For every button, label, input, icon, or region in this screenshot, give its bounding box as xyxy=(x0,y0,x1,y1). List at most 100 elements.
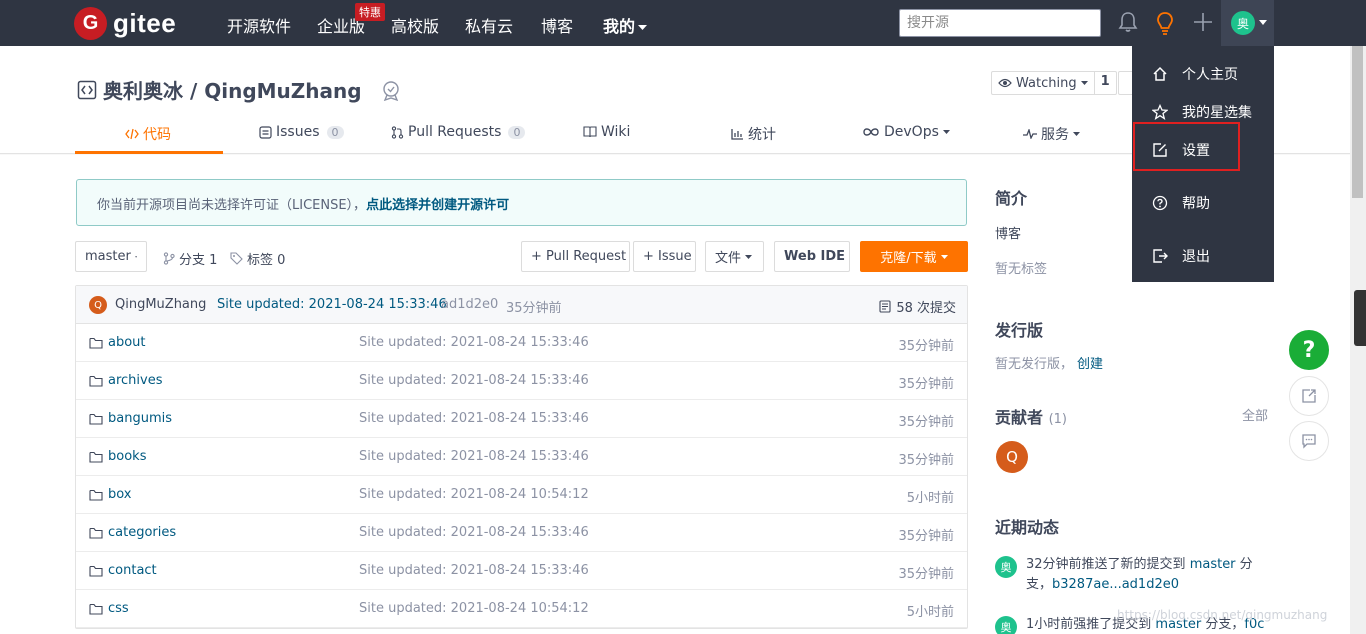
chevron-down-icon xyxy=(745,254,753,259)
menu-item-profile[interactable]: 个人主页 xyxy=(1152,64,1238,84)
nav-blog[interactable]: 博客 xyxy=(541,13,573,37)
code-repo-icon xyxy=(77,80,97,99)
file-commit-time: 35分钟前 xyxy=(898,377,954,392)
table-row[interactable]: categories Site updated: 2021-08-24 15:33… xyxy=(76,514,967,552)
help-float-button[interactable]: ? xyxy=(1289,330,1329,370)
tab-code[interactable]: 代码 xyxy=(125,124,171,144)
new-pull-request-button[interactable]: + Pull Request xyxy=(521,241,630,272)
menu-item-logout[interactable]: 退出 xyxy=(1152,246,1210,266)
nav-open-source[interactable]: 开源软件 xyxy=(227,13,291,37)
settings-highlight-box xyxy=(1133,122,1240,171)
file-name-label: categories xyxy=(108,525,177,540)
file-commit-message[interactable]: Site updated: 2021-08-24 15:33:46 xyxy=(359,411,589,426)
contributors-all-link[interactable]: 全部 xyxy=(1242,405,1268,424)
comment-float-button[interactable] xyxy=(1289,421,1329,461)
commit-author[interactable]: QingMuZhang xyxy=(115,297,206,312)
enterprise-badge: 特惠 xyxy=(355,3,385,21)
commits-icon xyxy=(879,300,891,313)
pulse-icon xyxy=(1023,129,1037,139)
nav-education[interactable]: 高校版 xyxy=(391,13,439,37)
table-row[interactable]: about Site updated: 2021-08-24 15:33:46 35… xyxy=(76,324,967,362)
share-float-button[interactable] xyxy=(1289,376,1329,416)
avatar[interactable]: 奥 xyxy=(995,556,1017,578)
menu-item-stars[interactable]: 我的星选集 xyxy=(1152,102,1252,122)
activity-commit-link[interactable]: b3287ae...ad1d2e0 xyxy=(1052,577,1179,592)
file-commit-time: 35分钟前 xyxy=(898,453,954,468)
new-issue-button[interactable]: + Issue xyxy=(633,241,696,272)
menu-item-help[interactable]: 帮助 xyxy=(1152,193,1210,213)
avatar[interactable]: 奥 xyxy=(995,616,1017,634)
watch-button[interactable]: Watching 1 xyxy=(991,71,1117,95)
tags-link[interactable]: 标签 0 xyxy=(230,249,285,268)
commit-message[interactable]: Site updated: 2021-08-24 15:33:46 xyxy=(217,297,447,312)
tab-issues-label: Issues xyxy=(276,124,320,140)
branch-icon xyxy=(163,252,175,265)
file-name[interactable]: bangumis xyxy=(89,411,172,426)
repo-title-text[interactable]: 奥利奥冰 / QingMuZhang xyxy=(103,75,362,104)
tab-devops-label: DevOps xyxy=(884,124,939,140)
help-icon xyxy=(1152,195,1168,211)
file-name[interactable]: box xyxy=(89,487,132,502)
tab-wiki-label: Wiki xyxy=(601,124,631,140)
file-name[interactable]: contact xyxy=(89,563,157,578)
file-name[interactable]: css xyxy=(89,601,129,616)
bell-icon[interactable] xyxy=(1118,11,1138,33)
tab-issues[interactable]: Issues 0 xyxy=(259,124,344,140)
plus-icon[interactable] xyxy=(1193,11,1213,33)
file-commit-message[interactable]: Site updated: 2021-08-24 15:33:46 xyxy=(359,335,589,350)
release-create-link[interactable]: 创建 xyxy=(1077,357,1103,372)
branch-select[interactable]: master xyxy=(75,241,147,272)
scrollbar-thumb[interactable] xyxy=(1352,46,1363,198)
commit-hash[interactable]: ad1d2e0 xyxy=(441,297,498,312)
search-input[interactable] xyxy=(899,9,1101,37)
file-commit-message[interactable]: Site updated: 2021-08-24 15:33:46 xyxy=(359,563,589,578)
lightbulb-icon[interactable] xyxy=(1155,11,1175,35)
tab-wiki[interactable]: Wiki xyxy=(583,124,630,140)
file-commit-message[interactable]: Site updated: 2021-08-24 15:33:46 xyxy=(359,525,589,540)
avatar[interactable]: Q xyxy=(89,296,107,314)
file-name-label: css xyxy=(108,601,129,616)
infinity-icon xyxy=(863,128,879,136)
avatar[interactable]: Q xyxy=(996,441,1028,473)
side-panel-handle[interactable] xyxy=(1354,290,1366,346)
table-row[interactable]: box Site updated: 2021-08-24 10:54:12 5小时前 xyxy=(76,476,967,514)
file-name[interactable]: categories xyxy=(89,525,176,540)
gitee-logo[interactable]: G gitee xyxy=(74,7,176,40)
clone-download-button[interactable]: 克隆/下载 xyxy=(860,241,968,272)
license-link[interactable]: 点此选择并创建开源许可 xyxy=(366,198,509,213)
contributors-title-text: 贡献者 xyxy=(995,408,1044,427)
bar-chart-icon xyxy=(731,129,743,140)
commit-count[interactable]: 58 次提交 xyxy=(879,297,956,316)
chevron-down-icon xyxy=(940,254,948,259)
file-name-label: contact xyxy=(108,563,157,578)
branches-link[interactable]: 分支 1 xyxy=(163,249,217,268)
watch-count[interactable]: 1 xyxy=(1095,72,1116,94)
nav-mine[interactable]: 我的 xyxy=(603,13,648,37)
table-row[interactable]: contact Site updated: 2021-08-24 15:33:46… xyxy=(76,552,967,590)
folder-icon xyxy=(89,375,103,387)
nav-private-cloud[interactable]: 私有云 xyxy=(465,13,513,37)
chevron-down-icon xyxy=(942,130,950,134)
tab-services[interactable]: 服务 xyxy=(1023,124,1080,144)
tab-stats[interactable]: 统计 xyxy=(731,124,776,144)
web-ide-button[interactable]: Web IDE xyxy=(774,241,850,272)
activity-branch-link[interactable]: master xyxy=(1190,557,1236,572)
file-commit-message[interactable]: Site updated: 2021-08-24 15:33:46 xyxy=(359,373,589,388)
file-commit-time: 35分钟前 xyxy=(898,529,954,544)
table-row[interactable]: css Site updated: 2021-08-24 10:54:12 5小时前 xyxy=(76,590,967,628)
tab-pull-requests[interactable]: Pull Requests 0 xyxy=(391,124,526,140)
tab-devops[interactable]: DevOps xyxy=(862,124,950,140)
files-menu-button[interactable]: 文件 xyxy=(705,241,764,272)
table-row[interactable]: archives Site updated: 2021-08-24 15:33:4… xyxy=(76,362,967,400)
file-name[interactable]: archives xyxy=(89,373,163,388)
commit-count-label: 58 次提交 xyxy=(896,301,956,316)
file-name[interactable]: books xyxy=(89,449,146,464)
watch-label[interactable]: Watching xyxy=(992,72,1095,94)
table-row[interactable]: books Site updated: 2021-08-24 15:33:46 35… xyxy=(76,438,967,476)
file-commit-message[interactable]: Site updated: 2021-08-24 10:54:12 xyxy=(359,487,589,502)
file-name[interactable]: about xyxy=(89,335,146,350)
file-commit-message[interactable]: Site updated: 2021-08-24 10:54:12 xyxy=(359,601,589,616)
table-row[interactable]: bangumis Site updated: 2021-08-24 15:33:4… xyxy=(76,400,967,438)
file-commit-message[interactable]: Site updated: 2021-08-24 15:33:46 xyxy=(359,449,589,464)
user-menu-toggle[interactable]: 奥 xyxy=(1221,0,1274,46)
